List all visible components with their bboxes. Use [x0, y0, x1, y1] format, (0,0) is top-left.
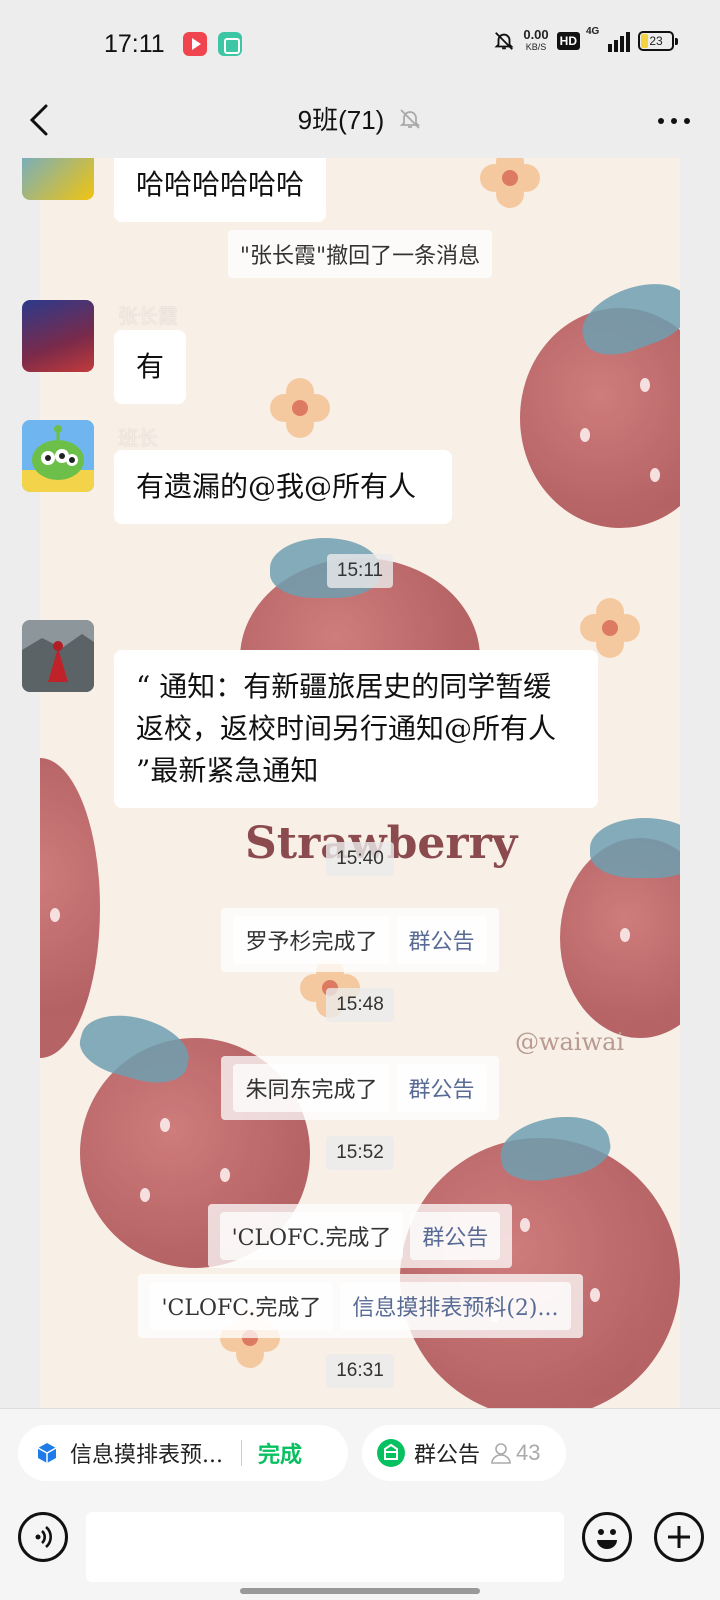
- cube-icon: [37, 1443, 57, 1463]
- message-bubble[interactable]: 哈哈哈哈哈哈: [114, 158, 327, 222]
- network-speed: 0.00 KB/S: [523, 28, 548, 54]
- message-bubble[interactable]: 有: [114, 330, 187, 404]
- chat-header: 9班(71): [0, 86, 720, 158]
- timestamp-text: 15:40: [326, 842, 394, 876]
- emoji-icon[interactable]: [582, 1512, 632, 1562]
- announcement-icon: [377, 1439, 405, 1467]
- timestamp: 16:31: [0, 1354, 720, 1388]
- recall-notice-text: "张长霞"撤回了一条消息: [227, 230, 493, 278]
- app-notification-icon: [218, 32, 242, 56]
- avatar[interactable]: [22, 620, 94, 692]
- announcement-link[interactable]: 群公告: [396, 1064, 487, 1112]
- smile-icon: [597, 1529, 617, 1549]
- sender-name: 班长: [118, 426, 158, 450]
- sender-name: 张长霞: [118, 304, 178, 328]
- voice-input-icon[interactable]: [18, 1512, 68, 1562]
- quick-chips-bar: 信息摸排表预... 完成 群公告 43: [0, 1408, 720, 1492]
- announcement-link[interactable]: 群公告: [410, 1212, 501, 1260]
- message-bubble[interactable]: 有遗漏的@我@所有人: [114, 450, 452, 524]
- timestamp-text: 15:48: [326, 988, 394, 1022]
- timestamp: 15:52: [0, 1136, 720, 1170]
- notice-text: 'CLOFC.完成了: [219, 1212, 404, 1260]
- announcement-link[interactable]: 群公告: [396, 916, 487, 964]
- avatar[interactable]: [22, 420, 94, 492]
- recall-notice: "张长霞"撤回了一条消息: [0, 230, 720, 278]
- complete-button[interactable]: 完成: [258, 1437, 302, 1469]
- add-icon: [668, 1526, 690, 1548]
- avatar[interactable]: [22, 300, 94, 372]
- wallpaper-credit: @waiwai: [515, 1028, 625, 1056]
- form-link[interactable]: 信息摸排表预科(2)...: [340, 1282, 571, 1330]
- form-chip[interactable]: 信息摸排表预... 完成: [18, 1425, 348, 1481]
- mute-bell-icon: [494, 32, 514, 50]
- chat-area[interactable]: Strawberry @waiwai 哈哈哈哈哈哈 "张长霞"撤回了一条消息 张…: [0, 158, 720, 1408]
- announcement-chip[interactable]: 群公告 43: [362, 1425, 566, 1481]
- message-bubble[interactable]: “ 通知：有新疆旅居史的同学暂缓返校，返校时间另行通知@所有人 ”最新紧急通知: [114, 650, 598, 808]
- form-chip-label: 信息摸排表预...: [70, 1443, 223, 1468]
- more-options-icon[interactable]: [654, 106, 694, 136]
- voice-waves-icon: [35, 1526, 52, 1548]
- notice-text: 'CLOFC.完成了: [149, 1282, 334, 1330]
- timestamp: 15:40: [0, 842, 720, 876]
- battery-icon: 23: [638, 31, 678, 51]
- timestamp-text: 16:31: [326, 1354, 394, 1388]
- hd-badge: HD: [556, 32, 580, 50]
- timestamp: 15:11: [0, 554, 720, 588]
- system-notice: 'CLOFC.完成了 群公告: [0, 1204, 720, 1268]
- chat-title: 9班(71): [297, 105, 385, 135]
- status-icons: 0.00 KB/S HD 4G 23: [493, 26, 678, 54]
- network-type: 4G: [586, 26, 600, 37]
- chat-title-area: 9班(71): [0, 100, 720, 137]
- notice-text: 朱同东完成了: [233, 1064, 390, 1112]
- person-icon: [491, 1443, 511, 1464]
- reader-count-value: 43: [516, 1440, 541, 1465]
- avatar[interactable]: [22, 158, 94, 200]
- message-input[interactable]: [86, 1512, 564, 1582]
- input-bar: [0, 1492, 720, 1600]
- timestamp: 15:48: [0, 988, 720, 1022]
- announcement-chip-label: 群公告: [414, 1443, 481, 1468]
- system-notice: 罗予杉完成了 群公告: [0, 908, 720, 972]
- signal-icon: 4G: [586, 26, 630, 52]
- status-time: 17:11: [104, 30, 165, 58]
- system-notice: 朱同东完成了 群公告: [0, 1056, 720, 1120]
- speed-value: 0.00: [523, 27, 549, 42]
- video-app-icon: [183, 32, 207, 56]
- muted-bell-icon: [400, 108, 421, 129]
- timestamp-text: 15:52: [326, 1136, 394, 1170]
- alien-avatar-icon: [22, 420, 94, 492]
- status-bar: 17:11 0.00 KB/S HD 4G 23: [0, 0, 720, 86]
- system-notice: 'CLOFC.完成了 信息摸排表预科(2)...: [0, 1274, 720, 1338]
- timestamp-text: 15:11: [326, 554, 394, 588]
- speed-unit: KB/S: [525, 42, 547, 52]
- person-photo-avatar: [22, 620, 94, 692]
- plus-icon[interactable]: [654, 1512, 704, 1562]
- home-indicator[interactable]: [240, 1588, 480, 1594]
- reader-count: 43: [490, 1440, 541, 1466]
- battery-level: 23: [649, 34, 663, 48]
- notice-text: 罗予杉完成了: [233, 916, 390, 964]
